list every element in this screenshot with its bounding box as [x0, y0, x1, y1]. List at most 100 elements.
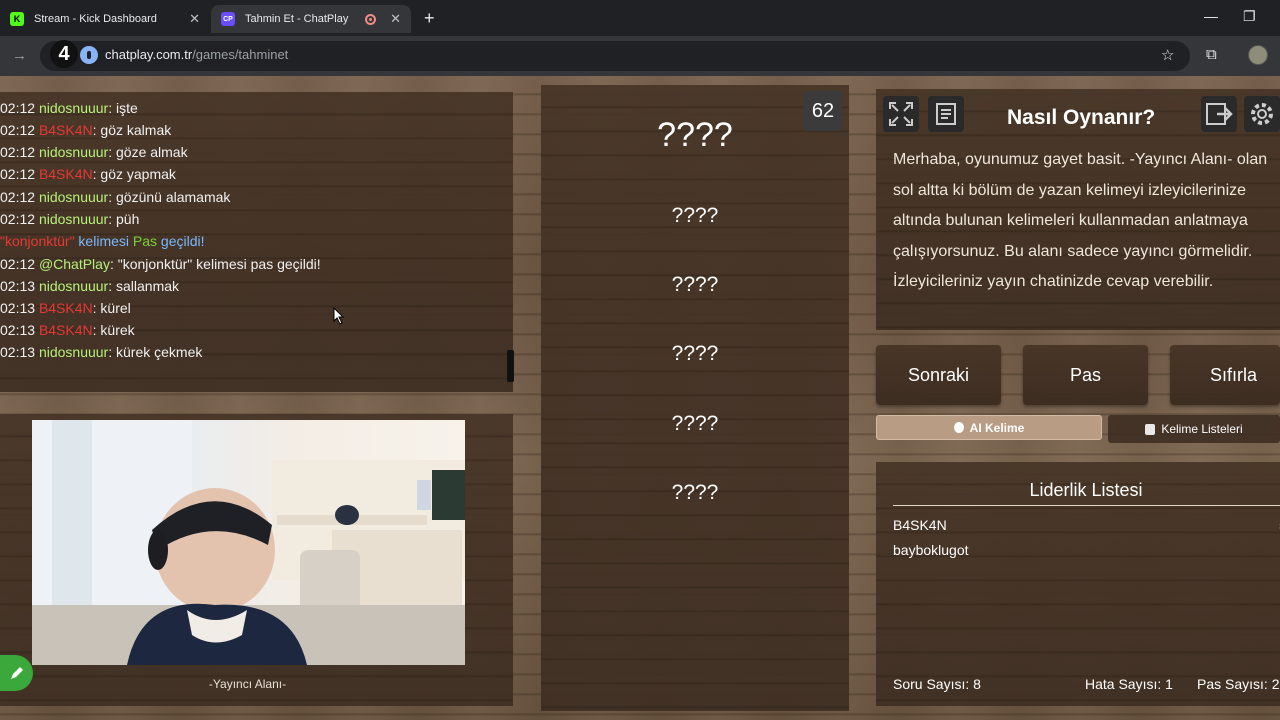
timer-counter: 62: [804, 91, 842, 131]
chat-message: 02:12 @ChatPlay: "konjonktür" kelimesi p…: [0, 256, 321, 272]
errors-count: Hata Sayısı: 1: [1085, 676, 1173, 692]
extensions-icon[interactable]: ⧉: [1206, 46, 1217, 63]
minimize-icon[interactable]: —: [1204, 8, 1218, 24]
clipboard-icon: [1145, 423, 1156, 435]
fullscreen-icon: [889, 102, 913, 126]
chatplay-favicon-icon: CP: [221, 12, 235, 26]
chat-username[interactable]: nidosnuuur: [39, 344, 108, 360]
settings-button[interactable]: [1244, 96, 1280, 132]
chat-text: : sallanmak: [108, 278, 180, 294]
chat-scrollbar[interactable]: [507, 350, 514, 382]
chat-text: : işte: [108, 100, 138, 116]
passes-count: Pas Sayısı: 2: [1197, 676, 1280, 692]
maximize-icon[interactable]: ❐: [1243, 8, 1256, 25]
chat-text: : kürel: [92, 300, 131, 316]
how-to-play-title: Nasıl Oynanır?: [1007, 106, 1156, 129]
chat-username[interactable]: nidosnuuur: [39, 278, 108, 294]
target-word: ????: [657, 116, 733, 154]
chat-timestamp: 02:12: [0, 100, 39, 116]
chat-timestamp: 02:13: [0, 278, 39, 294]
chat-text: : "konjonktür" kelimesi pas geçildi!: [109, 256, 321, 272]
chat-system-message: "konjonktür" kelimesi Pas geçildi!: [0, 233, 205, 249]
pass-button[interactable]: Pas: [1023, 345, 1148, 405]
ai-word-button[interactable]: AI Kelime: [876, 415, 1102, 440]
chat-message: 02:12 B4SK4N: göz yapmak: [0, 166, 176, 182]
recording-icon: [365, 13, 377, 25]
word-lists-button[interactable]: Kelime Listeleri: [1108, 415, 1280, 443]
notes-button[interactable]: [928, 96, 964, 132]
chat-message: 02:13 nidosnuuur: sallanmak: [0, 278, 179, 294]
exit-icon: [1206, 103, 1233, 125]
chat-timestamp: 02:12: [0, 122, 39, 138]
chat-system-fragment: Pas: [132, 233, 158, 249]
chat-timestamp: 02:13: [0, 344, 39, 360]
chat-text: : göze almak: [108, 144, 188, 160]
close-tab-icon[interactable]: ✕: [189, 11, 200, 27]
chat-username[interactable]: nidosnuuur: [39, 144, 108, 160]
leaderboard-name: bayboklugot: [893, 542, 969, 558]
kick-favicon-icon: K: [10, 12, 24, 26]
bookmark-star-icon[interactable]: ☆: [1161, 46, 1174, 64]
chat-text: : göz yapmak: [92, 166, 176, 182]
streamer-area-label: -Yayıncı Alanı-: [208, 677, 287, 691]
webcam-image: [32, 420, 465, 665]
microphone-icon[interactable]: [80, 46, 98, 64]
new-tab-icon[interactable]: +: [424, 8, 435, 29]
chat-username[interactable]: B4SK4N: [39, 122, 93, 138]
chat-message: 02:12 B4SK4N: göz kalmak: [0, 122, 171, 138]
chat-timestamp: 02:12: [0, 256, 39, 272]
reset-button[interactable]: Sıfırla: [1170, 345, 1280, 405]
chat-message: 02:12 nidosnuuur: işte: [0, 100, 138, 116]
leaderboard-divider: [893, 505, 1280, 506]
url-host: chatplay.com.tr: [105, 47, 193, 62]
forbidden-word: ????: [671, 204, 719, 227]
chat-message: 02:13 nidosnuuur: kürek çekmek: [0, 344, 202, 360]
forbidden-word: ????: [671, 481, 719, 504]
chat-system-fragment: "konjonktür": [0, 233, 75, 249]
chat-text: : gözünü alamamak: [108, 189, 231, 205]
chat-username[interactable]: nidosnuuur: [39, 211, 108, 227]
url-path: /games/tahminet: [192, 47, 289, 62]
next-button[interactable]: Sonraki: [876, 345, 1001, 405]
word-lists-label: Kelime Listeleri: [1161, 422, 1243, 436]
chat-timestamp: 02:13: [0, 322, 39, 338]
forbidden-word: ????: [671, 273, 719, 296]
chat-timestamp: 02:12: [0, 166, 39, 182]
chat-text: : göz kalmak: [92, 122, 172, 138]
forward-icon[interactable]: →: [12, 47, 27, 64]
chat-username[interactable]: B4SK4N: [39, 166, 93, 182]
chat-text: : püh: [108, 211, 140, 227]
chat-system-fragment: kelimesi: [74, 233, 133, 249]
chat-message: 02:13 B4SK4N: kürel: [0, 300, 131, 316]
leaderboard-row: bayboklugot 1: [893, 542, 1280, 558]
chat-username[interactable]: B4SK4N: [39, 300, 93, 316]
leaderboard-row: B4SK4N 5: [893, 517, 1280, 533]
chat-timestamp: 02:13: [0, 300, 39, 316]
url-text[interactable]: chatplay.com.tr/games/tahminet: [105, 47, 288, 62]
chat-username[interactable]: B4SK4N: [39, 322, 93, 338]
chat-username[interactable]: @ChatPlay: [39, 256, 110, 272]
fullscreen-button[interactable]: [883, 96, 919, 132]
document-icon: [936, 103, 956, 125]
leaderboard-title: Liderlik Listesi: [1029, 480, 1143, 500]
chat-message: 02:12 nidosnuuur: gözünü alamamak: [0, 189, 230, 205]
chat-message: 02:13 B4SK4N: kürek: [0, 322, 135, 338]
chat-text: : kürek: [92, 322, 135, 338]
close-tab-icon[interactable]: ✕: [390, 11, 401, 27]
exit-button[interactable]: [1201, 96, 1237, 132]
chat-text: : kürek çekmek: [108, 344, 203, 360]
chat-username[interactable]: nidosnuuur: [39, 189, 108, 205]
tab-chatplay[interactable]: CP Tahmin Et - ChatPlay ✕: [211, 5, 411, 33]
tab-title: Tahmin Et - ChatPlay: [245, 13, 349, 25]
tab-kick-dashboard[interactable]: K Stream - Kick Dashboard ✕: [0, 5, 210, 33]
chat-username[interactable]: nidosnuuur: [39, 100, 108, 116]
pencil-icon: [10, 667, 23, 679]
questions-count: Soru Sayısı: 8: [893, 676, 981, 692]
step-badge: 4: [50, 40, 78, 68]
profile-avatar[interactable]: [1248, 45, 1268, 65]
word-panel: [541, 85, 849, 711]
webcam-feed: [32, 420, 465, 665]
tab-title: Stream - Kick Dashboard: [34, 13, 157, 25]
how-to-play-text: Merhaba, oyunumuz gayet basit. -Yayıncı …: [893, 151, 1268, 290]
gear-icon: [1251, 103, 1273, 125]
